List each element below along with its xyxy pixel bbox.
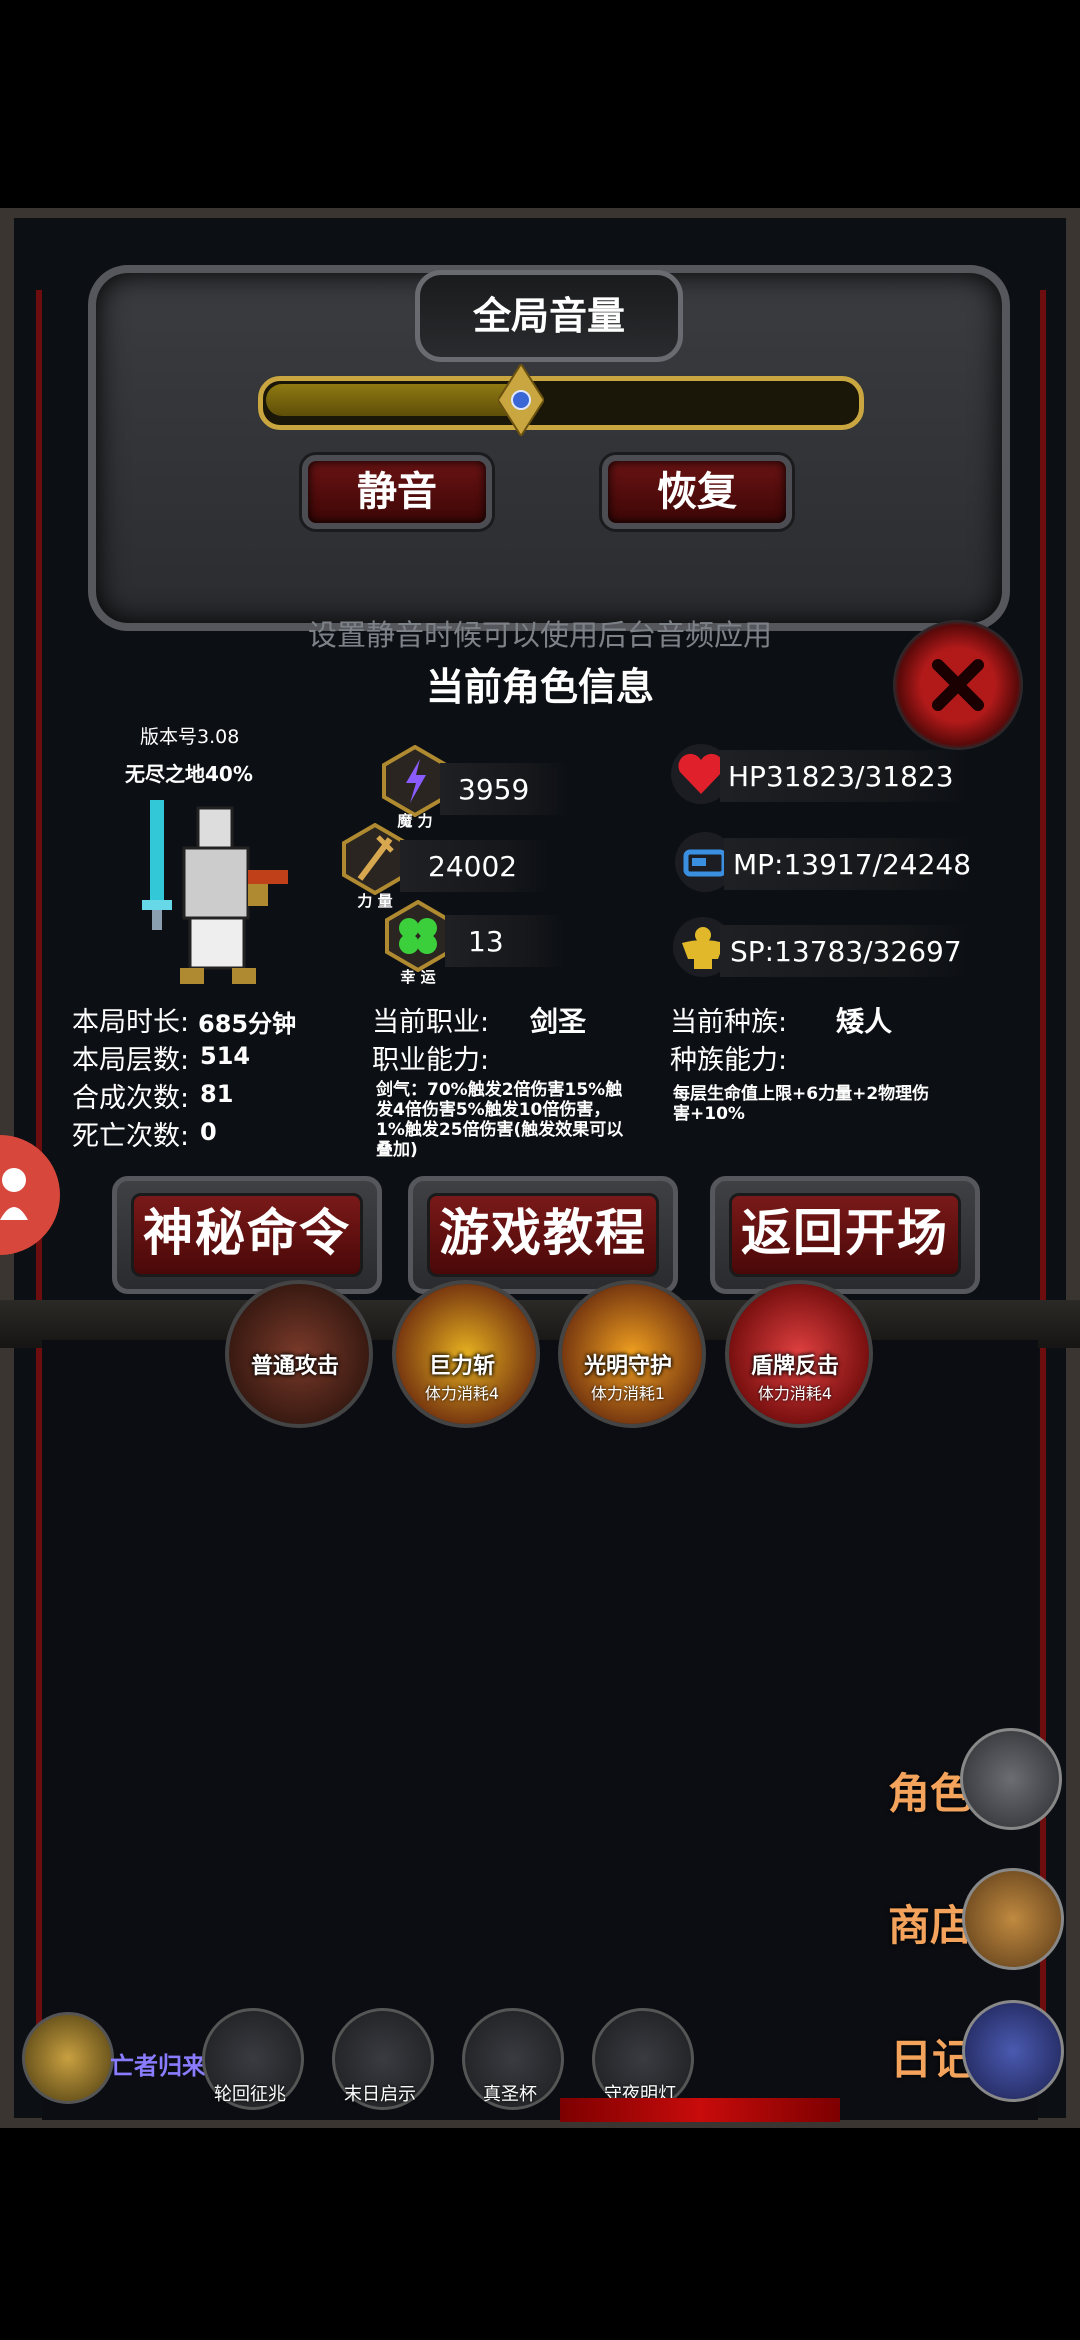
player-avatar[interactable] [22, 2012, 114, 2104]
battle-area [42, 1340, 1038, 2120]
luck-caption: 幸 运 [400, 968, 436, 986]
stage-name: 无尽之地40% [125, 762, 253, 786]
sp-value: SP:13783/32697 [730, 935, 962, 968]
floors-value: 514 [200, 1042, 251, 1070]
luck-bar [445, 915, 565, 967]
job-ability-desc: 剑气：70%触发2倍伤害15%触发4倍伤害5%触发10倍伤害，1%触发25倍伤害… [376, 1080, 624, 1160]
restore-button[interactable]: 恢复 [602, 455, 792, 529]
luck-value: 13 [468, 925, 504, 958]
version-label: 版本号3.08 [140, 726, 240, 748]
hero-sprite [142, 800, 288, 984]
secret-command-label: 神秘命令 [131, 1193, 363, 1277]
floors-label: 本局层数: [72, 1045, 190, 1076]
tutorial-label: 游戏教程 [427, 1193, 659, 1277]
strength-value: 24002 [428, 850, 518, 883]
volume-title: 全局音量 [472, 294, 625, 338]
volume-slider-fill [266, 384, 527, 416]
secret-command-button[interactable]: 神秘命令 [112, 1176, 382, 1294]
death-label: 死亡次数: [72, 1121, 190, 1152]
skill-name: 普通攻击 [250, 1354, 339, 1379]
helmet-icon[interactable] [960, 1728, 1062, 1830]
job-label: 当前职业: [372, 1007, 490, 1038]
death-value: 0 [200, 1118, 217, 1146]
luck-icon [385, 900, 451, 972]
skill-cost: 体力消耗4 [424, 1384, 500, 1403]
skill-name: 盾牌反击 [750, 1354, 839, 1379]
user-icon [0, 1168, 28, 1220]
merge-value: 81 [200, 1080, 234, 1108]
tutorial-button[interactable]: 游戏教程 [408, 1176, 678, 1294]
time-label: 本局时长: [72, 1007, 190, 1038]
close-icon [932, 659, 984, 711]
back-to-start-button[interactable]: 返回开场 [710, 1176, 980, 1294]
character-info-title: 当前角色信息 [425, 665, 654, 709]
volume-hint: 设置静音时候可以使用后台音频应用 [307, 618, 772, 652]
race-value: 矮人 [836, 1005, 893, 1038]
book-icon[interactable] [962, 2000, 1064, 2102]
relic-label: 真圣杯 [483, 2084, 537, 2105]
relic-label: 末日启示 [344, 2084, 416, 2105]
job-value: 剑圣 [530, 1005, 587, 1038]
race-label: 当前种族: [670, 1007, 788, 1038]
shop-menu-label[interactable]: 商店 [888, 1892, 972, 1953]
skill-name: 巨力斩 [428, 1354, 495, 1379]
mute-button[interactable]: 静音 [302, 455, 492, 529]
race-ability-label: 种族能力: [670, 1045, 788, 1076]
volume-slider-knob[interactable] [498, 364, 544, 436]
skill-cost: 体力消耗4 [757, 1384, 833, 1403]
merge-label: 合成次数: [72, 1083, 190, 1114]
race-ability-desc: 每层生命值上限+6力量+2物理伤害+10% [673, 1084, 930, 1124]
job-ability-label: 职业能力: [372, 1045, 490, 1076]
bottom-red-bar [560, 2098, 840, 2122]
character-menu-label[interactable]: 角色 [888, 1760, 972, 1821]
beer-mug-icon[interactable] [962, 1868, 1064, 1970]
hp-value: HP31823/31823 [728, 760, 954, 793]
relic-label: 轮回征兆 [214, 2084, 286, 2105]
time-value: 685分钟 [198, 1010, 297, 1038]
back-to-start-label: 返回开场 [729, 1193, 961, 1277]
magic-value: 3959 [458, 773, 530, 806]
magic-icon [382, 745, 448, 817]
player-title: 亡者归来 [110, 2052, 206, 2080]
skill-name: 光明守护 [583, 1354, 672, 1379]
strength-icon [342, 823, 408, 895]
skill-cost: 体力消耗1 [590, 1384, 666, 1403]
mp-value: MP:13917/24248 [733, 848, 972, 881]
